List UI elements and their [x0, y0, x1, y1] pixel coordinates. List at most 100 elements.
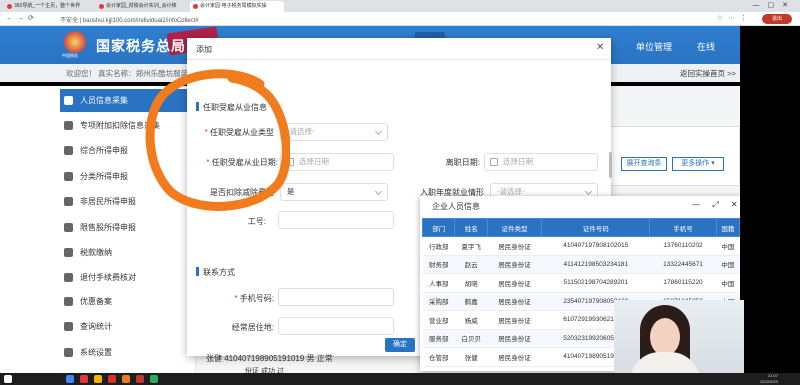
section-marker [196, 267, 199, 276]
refund-icon [64, 273, 73, 282]
orange-circle-annotation [145, 69, 290, 211]
sidebar-item-system-settings[interactable]: 系统设置 [60, 341, 200, 364]
start-icon[interactable] [4, 375, 12, 383]
table-cell: 赵云 [454, 255, 488, 274]
chevron-down-icon [584, 187, 593, 196]
close-icon[interactable]: ✕ [596, 42, 604, 53]
tab-favicon-icon [7, 4, 12, 9]
column-header[interactable]: 手机号 [649, 218, 717, 237]
presenter-face [650, 318, 680, 356]
toolbar-card [610, 126, 740, 186]
dialog-scrollbar[interactable] [609, 152, 612, 178]
app-taskbar-icon[interactable] [150, 375, 158, 383]
column-header[interactable]: 证件类型 [486, 218, 543, 237]
sidebar-item-tax-payment[interactable]: 税款缴纳 [60, 241, 200, 264]
tax-emblem-icon [64, 31, 86, 53]
column-header[interactable]: 证件号码 [541, 218, 651, 237]
window-controls[interactable]: —▢✕ [753, 1, 796, 9]
emblem-caption: 中国税务 [62, 53, 78, 58]
unit-management-link[interactable]: 单位管理 [636, 40, 672, 53]
profile-button[interactable]: 退出 [762, 14, 792, 24]
table-cell: 人事部 [422, 273, 455, 293]
address-input[interactable] [278, 317, 394, 335]
table-cell: 服务部 [422, 329, 455, 348]
dialog-title: 添加 [196, 45, 212, 54]
table-cell: 410407197808102015 [541, 236, 650, 256]
wps-taskbar-icon[interactable] [108, 375, 116, 383]
url-field[interactable]: 不安全 | baoshui.kjjl100.com/individual2/in… [60, 15, 199, 24]
column-header[interactable]: 姓名 [454, 218, 488, 237]
employee-no-input[interactable] [278, 211, 394, 229]
table-cell: 居民身份证 [487, 273, 542, 293]
background-table-row: 张健 410407198905191019 男 正常 [206, 354, 333, 363]
window-controls-icon[interactable]: — ⤢ ✕ [692, 200, 743, 210]
sidebar-item-query-stats[interactable]: 查询统计 [60, 315, 200, 338]
browser-tab-bar: 360导航_一个主页，整个世界 会计家园_财税会计实训_会计移 会计家园-电子税… [0, 0, 800, 12]
chevron-down-icon [374, 127, 383, 136]
phone-input[interactable] [278, 288, 394, 306]
table-cell: 胡晓 [454, 273, 488, 293]
employee-window-title: 企业人员信息 [432, 202, 480, 211]
taskbar [0, 373, 800, 385]
browser-tab[interactable]: 360导航_一个主页，整个世界 [4, 1, 94, 12]
sidebar-item-refund-fee-check[interactable]: 退付手续费核对 [60, 266, 200, 289]
column-header[interactable]: 国籍 [715, 218, 741, 237]
dialog-header [187, 38, 611, 60]
table-cell: 居民身份证 [487, 329, 542, 348]
table-cell: 中国 [716, 273, 740, 293]
expand-query-button[interactable]: 展开查询条 [621, 157, 667, 171]
browser-tab-active[interactable]: 会计家园-电子税务局模拟实操 [190, 1, 284, 12]
app-taskbar-icon[interactable] [122, 375, 130, 383]
leave-date-label: 离职日期: [445, 158, 480, 167]
table-cell: 居民身份证 [487, 347, 542, 367]
money-icon [64, 248, 73, 257]
table-cell: 营业部 [422, 310, 455, 330]
employment-type-select[interactable]: -请选择- [280, 123, 388, 141]
form-icon [64, 146, 73, 155]
browser-tab[interactable]: 会计家园_财税会计实训_会计移 [96, 1, 188, 12]
back-home-link[interactable]: 返回实操首页 >> [680, 68, 736, 79]
table-cell: 17860115220 [649, 273, 717, 293]
document-icon [64, 121, 73, 130]
sidebar-item-preferential-filing[interactable]: 优惠备案 [60, 290, 200, 313]
table-row[interactable]: 财务部 赵云 居民身份证 411412198503234181 13322445671 中… [422, 255, 740, 274]
calendar-icon [490, 158, 498, 166]
table-cell: 中国 [716, 255, 740, 274]
address-label: 经常居住地: [231, 323, 274, 332]
shares-icon [64, 223, 73, 232]
table-cell: 居民身份证 [487, 255, 542, 274]
table-cell: 中国 [716, 236, 740, 256]
table-row[interactable]: 行政部 夏宇飞 居民身份证 410407197808102015 13760110202… [422, 236, 740, 256]
folder-taskbar-icon[interactable] [94, 375, 102, 383]
employee-no-label: 工号: [247, 217, 266, 226]
sidebar-item-restricted-shares[interactable]: 限售股所得申报 [60, 216, 200, 239]
table-cell: 白贝贝 [454, 329, 488, 348]
table-cell: 采购部 [422, 292, 455, 311]
grid-icon [64, 172, 73, 181]
confirm-button[interactable]: 确定 [385, 338, 415, 352]
table-cell: 行政部 [422, 236, 455, 256]
browser-taskbar-icon[interactable] [66, 375, 74, 383]
app-taskbar-icon[interactable] [136, 375, 144, 383]
table-cell: 411412198503234181 [541, 255, 650, 274]
leave-date-field[interactable]: 选择日期 [484, 153, 598, 171]
table-cell: 张健 [454, 347, 488, 367]
more-operations-button[interactable]: 更多操作 ▾ [672, 157, 724, 171]
table-row[interactable]: 人事部 胡晓 居民身份证 511502198704289201 17860115220 中… [422, 273, 740, 293]
table-cell: 居民身份证 [487, 236, 542, 256]
employment-date-field[interactable]: 选择日期 [280, 153, 394, 171]
table-cell: 夏宇飞 [454, 236, 488, 256]
nav-buttons-icon[interactable]: ←→⟳ [6, 14, 38, 22]
gear-icon [64, 348, 73, 357]
online-link[interactable]: 在线 [697, 40, 715, 53]
section-title-contact: 联系方式 [203, 268, 235, 277]
table-cell: 财务部 [422, 255, 455, 274]
table-cell: 13760110202 [649, 236, 717, 256]
app-taskbar-icon[interactable] [80, 375, 88, 383]
column-header[interactable]: 部门 [421, 218, 456, 237]
table-cell: 居民身份证 [487, 310, 542, 330]
chevron-down-icon [374, 187, 383, 196]
deduct-fee-select[interactable]: 是 [280, 183, 388, 201]
table-cell: 仓管部 [422, 347, 455, 367]
browser-actions-icon[interactable]: ☆⋯⋮ [717, 14, 752, 22]
